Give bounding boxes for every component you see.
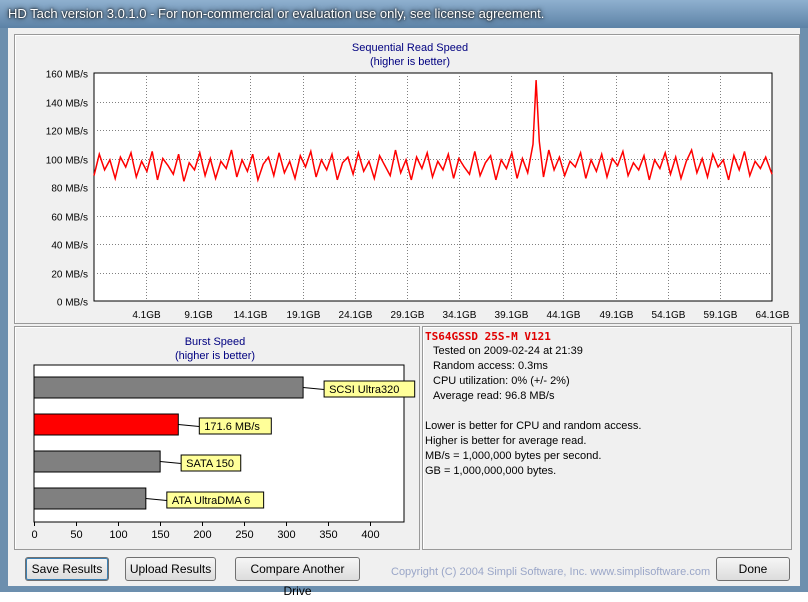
upload-results-button[interactable]: Upload Results xyxy=(125,557,216,581)
seq-x-tick-label: 14.1GB xyxy=(234,310,268,321)
seq-x-tick-label: 34.1GB xyxy=(443,310,477,321)
burst-x-tick-label: 50 xyxy=(70,529,82,541)
seq-y-tick-label: 40 MB/s xyxy=(51,241,88,252)
seq-y-tick-label: 100 MB/s xyxy=(46,156,88,167)
burst-speed-chart: Burst Speed (higher is better) 0 50 100 150… xyxy=(31,336,416,541)
burst-chart-panel: Burst Speed (higher is better) 0 50 100 150… xyxy=(14,326,420,550)
results-text: TS64GSSD 25S-M V121 Tested on 2009-02-24… xyxy=(425,329,641,479)
burst-x-tick-label: 100 xyxy=(109,529,127,541)
app-window: HD Tach version 3.0.1.0 - For non-commer… xyxy=(0,0,808,598)
client-area: Sequential Read Speed (higher is better)… xyxy=(8,28,800,598)
seq-x-tick-label: 39.1GB xyxy=(495,310,529,321)
compare-another-drive-button[interactable]: Compare Another Drive xyxy=(235,557,360,598)
seq-y-tick-label: 60 MB/s xyxy=(51,213,88,224)
burst-chart-title: Burst Speed xyxy=(185,336,246,348)
seq-x-tick-label: 4.1GB xyxy=(132,310,161,321)
seq-y-tick-label: 160 MB/s xyxy=(46,70,88,81)
seq-y-tick-label: 80 MB/s xyxy=(51,184,88,195)
random-access: Random access: 0.3ms xyxy=(433,360,548,372)
burst-bar-label: SATA 150 xyxy=(186,458,234,470)
burst-x-tick-label: 300 xyxy=(277,529,295,541)
burst-bar-label: SCSI Ultra320 xyxy=(329,384,399,396)
seq-y-tick-label: 120 MB/s xyxy=(46,127,88,138)
average-read: Average read: 96.8 MB/s xyxy=(433,390,555,402)
burst-x-tick-label: 350 xyxy=(319,529,337,541)
burst-x-tick-label: 250 xyxy=(235,529,253,541)
done-button[interactable]: Done xyxy=(716,557,790,581)
seq-x-tick-label: 29.1GB xyxy=(391,310,425,321)
note-higher-better: Higher is better for average read. xyxy=(425,435,587,447)
burst-bar xyxy=(33,376,304,399)
seq-x-tick-label: 24.1GB xyxy=(339,310,373,321)
cpu-utilization: CPU utilization: 0% (+/- 2%) xyxy=(433,375,570,387)
note-gb: GB = 1,000,000,000 bytes. xyxy=(425,465,557,477)
burst-bar xyxy=(33,487,147,510)
burst-bar xyxy=(33,413,179,436)
seq-x-tick-label: 19.1GB xyxy=(287,310,321,321)
seq-chart-title: Sequential Read Speed xyxy=(352,42,468,54)
seq-x-tick-label: 64.1GB xyxy=(756,310,790,321)
save-results-button[interactable]: Save Results xyxy=(25,557,109,581)
burst-bar-label: 171.6 MB/s xyxy=(204,421,260,433)
seq-x-tick-label: 54.1GB xyxy=(652,310,686,321)
window-title: HD Tach version 3.0.1.0 - For non-commer… xyxy=(8,6,545,21)
copyright-text: Copyright (C) 2004 Simpli Software, Inc.… xyxy=(391,566,711,578)
seq-y-tick-label: 20 MB/s xyxy=(51,270,88,281)
burst-x-tick-label: 150 xyxy=(151,529,169,541)
drive-name: TS64GSSD 25S-M V121 xyxy=(425,330,551,343)
burst-bar xyxy=(33,450,161,473)
results-info-panel: TS64GSSD 25S-M V121 Tested on 2009-02-24… xyxy=(422,326,792,550)
sequential-chart-panel: Sequential Read Speed (higher is better)… xyxy=(14,34,800,324)
burst-x-tick-label: 200 xyxy=(193,529,211,541)
burst-x-tick-label: 0 xyxy=(31,529,37,541)
seq-y-tick-label: 0 MB/s xyxy=(57,298,88,309)
seq-y-tick-label: 140 MB/s xyxy=(46,99,88,110)
seq-x-tick-label: 59.1GB xyxy=(704,310,738,321)
burst-bar-label: ATA UltraDMA 6 xyxy=(172,495,250,507)
burst-x-tick-label: 400 xyxy=(361,529,379,541)
seq-x-tick-label: 49.1GB xyxy=(600,310,634,321)
tested-on: Tested on 2009-02-24 at 21:39 xyxy=(433,345,583,357)
note-lower-better: Lower is better for CPU and random acces… xyxy=(425,420,642,432)
seq-x-tick-label: 44.1GB xyxy=(547,310,581,321)
seq-x-tick-label: 9.1GB xyxy=(184,310,213,321)
note-mbps: MB/s = 1,000,000 bytes per second. xyxy=(425,450,602,462)
title-bar[interactable]: HD Tach version 3.0.1.0 - For non-commer… xyxy=(0,0,808,28)
seq-chart-subtitle: (higher is better) xyxy=(370,56,450,68)
sequential-read-chart: Sequential Read Speed (higher is better)… xyxy=(46,42,790,321)
burst-chart-subtitle: (higher is better) xyxy=(175,350,255,362)
